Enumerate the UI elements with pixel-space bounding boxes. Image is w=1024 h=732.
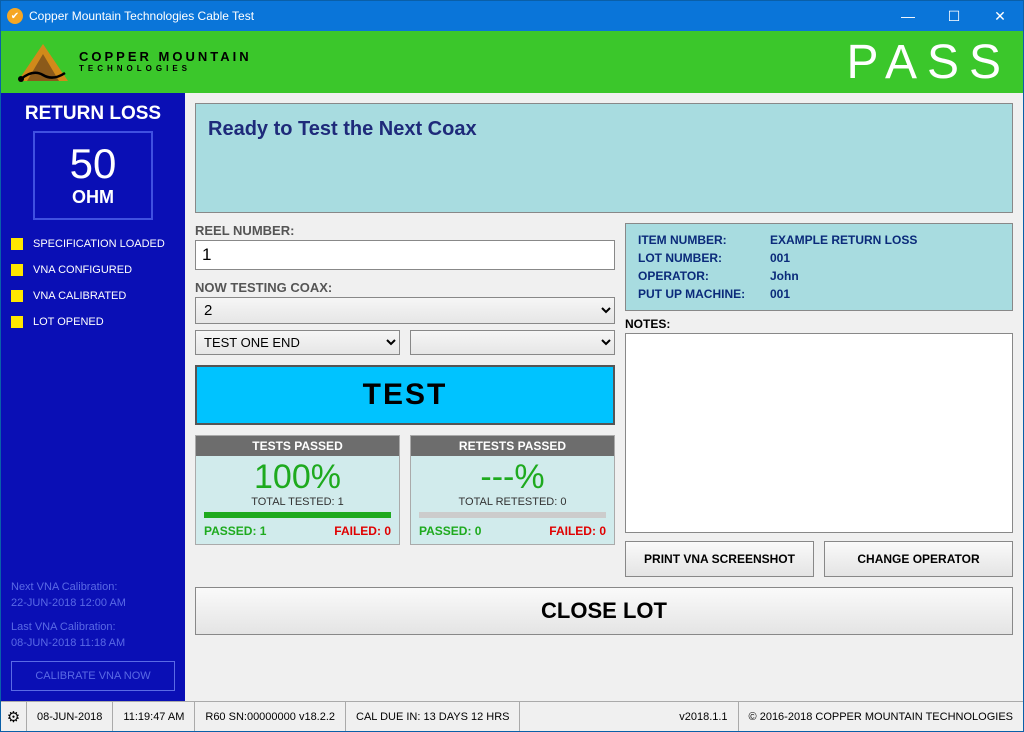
status-item: LOT OPENED (11, 316, 175, 328)
content-area: Ready to Test the Next Coax REEL NUMBER:… (185, 93, 1023, 701)
item-number-value: EXAMPLE RETURN LOSS (770, 232, 1000, 248)
testing-label: NOW TESTING COAX: (195, 280, 615, 295)
lot-number-label: LOT NUMBER: (638, 250, 768, 266)
operator-value: John (770, 268, 1000, 284)
status-list: SPECIFICATION LOADED VNA CONFIGURED VNA … (11, 238, 175, 342)
retests-header: RETESTS PASSED (411, 436, 614, 456)
print-screenshot-button[interactable]: PRINT VNA SCREENSHOT (625, 541, 814, 577)
sidebar: RETURN LOSS 50 OHM SPECIFICATION LOADED … (1, 93, 185, 701)
statusbar: ⚙ 08-JUN-2018 11:19:47 AM R60 SN:0000000… (1, 701, 1023, 731)
status-time: 11:19:47 AM (113, 702, 195, 731)
pass-indicator: PASS (252, 35, 1011, 90)
brand-logo: COPPER MOUNTAIN TECHNOLOGIES (13, 39, 252, 85)
status-device: R60 SN:00000000 v18.2.2 (195, 702, 346, 731)
status-label: LOT OPENED (33, 316, 104, 328)
machine-label: PUT UP MACHINE: (638, 286, 768, 302)
minimize-button[interactable]: — (885, 1, 931, 31)
reel-label: REEL NUMBER: (195, 223, 615, 238)
change-operator-button[interactable]: CHANGE OPERATOR (824, 541, 1013, 577)
close-button[interactable]: ✕ (977, 1, 1023, 31)
tests-bar (204, 512, 391, 518)
window-title: Copper Mountain Technologies Cable Test (29, 9, 885, 23)
notes-label: NOTES: (625, 317, 1013, 331)
status-indicator-icon (11, 290, 23, 302)
coax-select[interactable]: 2 (195, 297, 615, 324)
status-label: VNA CONFIGURED (33, 264, 132, 276)
lot-number-value: 001 (770, 250, 1000, 266)
app-header: COPPER MOUNTAIN TECHNOLOGIES PASS (1, 31, 1023, 93)
tests-failed: FAILED: 0 (334, 524, 391, 538)
status-banner: Ready to Test the Next Coax (195, 103, 1013, 213)
status-label: VNA CALIBRATED (33, 290, 126, 302)
app-icon: ✔ (7, 8, 23, 24)
next-cal-label: Next VNA Calibration: (11, 581, 175, 593)
impedance-box: 50 OHM (33, 131, 153, 220)
machine-value: 001 (770, 286, 1000, 302)
retests-total: TOTAL RETESTED: 0 (411, 496, 614, 508)
status-item: SPECIFICATION LOADED (11, 238, 175, 250)
maximize-button[interactable]: ☐ (931, 1, 977, 31)
secondary-select[interactable] (410, 330, 615, 355)
calibrate-button[interactable]: CALIBRATE VNA NOW (11, 661, 175, 691)
tests-total: TOTAL TESTED: 1 (196, 496, 399, 508)
status-label: SPECIFICATION LOADED (33, 238, 165, 250)
status-cal-due: CAL DUE IN: 13 DAYS 12 HRS (346, 702, 520, 731)
retests-passed-box: RETESTS PASSED ---% TOTAL RETESTED: 0 PA… (410, 435, 615, 545)
tests-passed-box: TESTS PASSED 100% TOTAL TESTED: 1 PASSED… (195, 435, 400, 545)
brand-text: COPPER MOUNTAIN TECHNOLOGIES (79, 50, 252, 73)
lot-info: ITEM NUMBER:EXAMPLE RETURN LOSS LOT NUMB… (625, 223, 1013, 311)
reel-input[interactable] (195, 240, 615, 270)
retests-bar (419, 512, 606, 518)
titlebar: ✔ Copper Mountain Technologies Cable Tes… (1, 1, 1023, 31)
test-button[interactable]: TEST (195, 365, 615, 425)
mountain-icon (13, 39, 73, 85)
next-cal-value: 22-JUN-2018 12:00 AM (11, 597, 175, 609)
retests-failed: FAILED: 0 (549, 524, 606, 538)
brand-line1: COPPER MOUNTAIN (79, 50, 252, 64)
status-item: VNA CONFIGURED (11, 264, 175, 276)
retests-passed: PASSED: 0 (419, 524, 481, 538)
operator-label: OPERATOR: (638, 268, 768, 284)
status-indicator-icon (11, 238, 23, 250)
tests-header: TESTS PASSED (196, 436, 399, 456)
status-date: 08-JUN-2018 (27, 702, 113, 731)
gear-icon: ⚙ (7, 708, 20, 726)
measurement-mode: RETURN LOSS (11, 103, 175, 125)
close-lot-button[interactable]: CLOSE LOT (195, 587, 1013, 635)
status-version: v2018.1.1 (669, 702, 738, 731)
end-select[interactable]: TEST ONE END (195, 330, 400, 355)
notes-input[interactable] (625, 333, 1013, 533)
impedance-value: 50 (35, 143, 151, 185)
retests-percent: ---% (411, 460, 614, 494)
impedance-unit: OHM (35, 187, 151, 208)
status-item: VNA CALIBRATED (11, 290, 175, 302)
tests-passed: PASSED: 1 (204, 524, 266, 538)
status-copyright: © 2016-2018 COPPER MOUNTAIN TECHNOLOGIES (739, 702, 1023, 731)
status-indicator-icon (11, 264, 23, 276)
tests-percent: 100% (196, 460, 399, 494)
last-cal-value: 08-JUN-2018 11:18 AM (11, 637, 175, 649)
item-number-label: ITEM NUMBER: (638, 232, 768, 248)
banner-message: Ready to Test the Next Coax (208, 118, 1000, 141)
last-cal-label: Last VNA Calibration: (11, 621, 175, 633)
status-indicator-icon (11, 316, 23, 328)
brand-line2: TECHNOLOGIES (79, 65, 252, 74)
settings-button[interactable]: ⚙ (1, 702, 27, 731)
